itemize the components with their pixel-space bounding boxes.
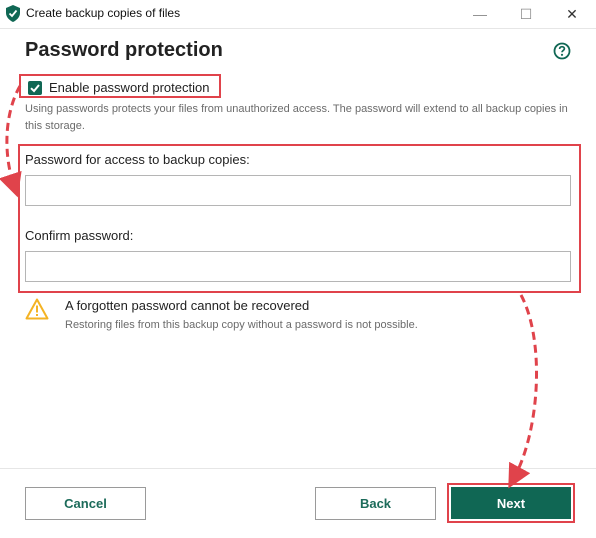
arrow-to-fields [0, 85, 22, 198]
arrow-to-next [508, 294, 539, 489]
instruction-arrows [0, 85, 539, 489]
